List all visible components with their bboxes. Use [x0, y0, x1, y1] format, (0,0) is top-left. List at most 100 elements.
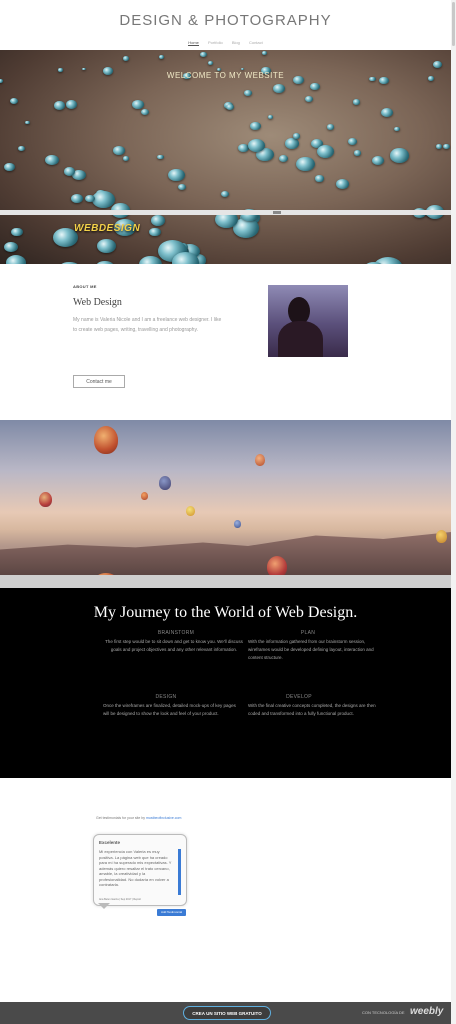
step-text-design: Once the wireframes are finalized, detai… — [103, 703, 236, 716]
journey-section: My Journey to the World of Web Design. B… — [0, 588, 451, 778]
water-drop — [435, 144, 442, 149]
water-drop — [432, 60, 443, 68]
water-drop — [244, 90, 253, 97]
water-drop — [5, 255, 27, 264]
water-drop — [225, 103, 235, 110]
image-bottom-strip — [0, 575, 451, 588]
water-drop — [240, 67, 244, 70]
balloon — [436, 530, 447, 543]
contact-me-button[interactable]: Contact me — [73, 375, 125, 388]
water-drop — [65, 100, 77, 109]
water-drop — [278, 155, 288, 163]
balloon — [255, 454, 265, 466]
step-text-plan: With the information gathered from our b… — [248, 639, 374, 660]
water-drop — [18, 146, 25, 152]
water-drop — [138, 255, 162, 264]
water-drop — [158, 55, 164, 59]
step-heading-plan: PLAN — [300, 630, 316, 636]
testimonial-caption-text: Get testimonials for your site by — [96, 816, 146, 820]
nav-home[interactable]: Home — [188, 40, 199, 46]
water-drop — [45, 154, 60, 166]
balloon — [39, 492, 52, 507]
testimonial-bubble: Excelente Mi experiencia con Valeria es … — [93, 834, 187, 906]
water-drop — [316, 145, 335, 159]
water-drop — [140, 109, 149, 116]
water-drop — [315, 175, 324, 182]
testimonial-caption-link[interactable]: mustbeofinclusive.com — [146, 816, 181, 820]
balloon — [159, 476, 171, 490]
scrollbar-thumb[interactable] — [452, 2, 455, 46]
water-drop — [113, 146, 125, 156]
water-drop — [207, 61, 214, 66]
testimonial-section: Get testimonials for your site by mustbe… — [0, 778, 451, 1002]
nav-portfolio[interactable]: Portfolio — [208, 40, 223, 45]
water-drop — [70, 193, 83, 203]
photo-silhouette-body — [278, 321, 323, 357]
water-drop — [296, 156, 316, 172]
main-nav: Home Portfolio Blog Contact — [0, 40, 451, 46]
balloons-image — [0, 420, 451, 588]
water-drop — [97, 239, 116, 254]
hero-banner: WELCOME TO MY WEBSITE WEBDESIGN — [0, 50, 451, 264]
step-heading-design: DESIGN — [155, 694, 177, 700]
water-drop — [353, 99, 361, 105]
powered-by-label: CON TECNOLOGÍA DE — [362, 1010, 405, 1015]
nav-contact[interactable]: Contact — [249, 40, 263, 45]
water-drop — [268, 115, 274, 119]
site-title[interactable]: DESIGN & PHOTOGRAPHY — [0, 12, 451, 29]
water-drop — [3, 241, 19, 253]
water-drop — [53, 100, 66, 110]
water-drop — [4, 162, 16, 172]
water-drop — [273, 84, 286, 94]
site-footer: CREA UN SITIO WEB GRATUITO CON TECNOLOGÍ… — [0, 1002, 451, 1024]
testimonial-caption: Get testimonials for your site by mustbe… — [96, 816, 181, 820]
water-drop — [250, 121, 262, 131]
hero-slider-bar[interactable] — [0, 210, 451, 215]
water-drop — [11, 227, 23, 237]
step-heading-brainstorm: BRAINSTORM — [157, 630, 195, 636]
testimonial-text: Mi experiencia con Valeria es muy positi… — [99, 849, 172, 887]
water-drop — [63, 167, 75, 176]
water-drop — [177, 183, 186, 190]
slider-handle[interactable] — [273, 211, 281, 214]
hero-caption: WEBDESIGN — [74, 223, 141, 234]
about-section: ABOUT ME Web Design My name is Valeria N… — [0, 264, 451, 420]
testimonial-title: Excelente — [99, 840, 121, 845]
add-testimonial-button[interactable]: Add Testimonial — [157, 909, 186, 916]
create-website-button[interactable]: CREA UN SITIO WEB GRATUITO — [183, 1006, 271, 1020]
hero-title: WELCOME TO MY WEBSITE — [166, 71, 285, 80]
journey-title: My Journey to the World of Web Design. — [93, 604, 358, 621]
nav-blog[interactable]: Blog — [232, 40, 240, 45]
balloon — [141, 492, 148, 500]
page-scrollbar[interactable] — [451, 0, 456, 1024]
step-text-develop: With the final creative concepts complet… — [248, 703, 376, 716]
water-drop — [82, 67, 86, 71]
about-label: ABOUT ME — [73, 284, 97, 289]
water-drop — [371, 156, 385, 166]
balloon — [94, 426, 118, 454]
step-text-brainstorm: The first step would be to sit down and … — [105, 639, 243, 652]
water-drop — [220, 190, 229, 197]
water-drop — [292, 133, 301, 139]
water-drop — [10, 97, 19, 104]
water-drop — [199, 51, 208, 58]
water-drop — [354, 150, 362, 156]
speech-bubble-tail — [98, 903, 110, 909]
weebly-logo[interactable]: weebly — [410, 1006, 443, 1017]
water-drop — [347, 137, 357, 145]
water-drop — [380, 107, 394, 118]
water-drop — [389, 148, 410, 163]
water-drop — [305, 96, 314, 102]
water-drop — [443, 144, 451, 150]
site-header: DESIGN & PHOTOGRAPHY Home Portfolio Blog… — [0, 0, 451, 50]
water-drop — [131, 99, 144, 109]
water-drop — [122, 56, 129, 61]
balloon — [234, 520, 241, 528]
about-heading: Web Design — [73, 297, 122, 308]
water-drop — [394, 126, 401, 132]
water-drop — [326, 123, 335, 130]
testimonial-scrollbar[interactable] — [178, 849, 181, 895]
water-drop — [309, 83, 320, 91]
testimonial-author: Ana Belen Garcia | Sep 2017 | Report — [99, 898, 141, 901]
profile-photo — [268, 285, 348, 357]
